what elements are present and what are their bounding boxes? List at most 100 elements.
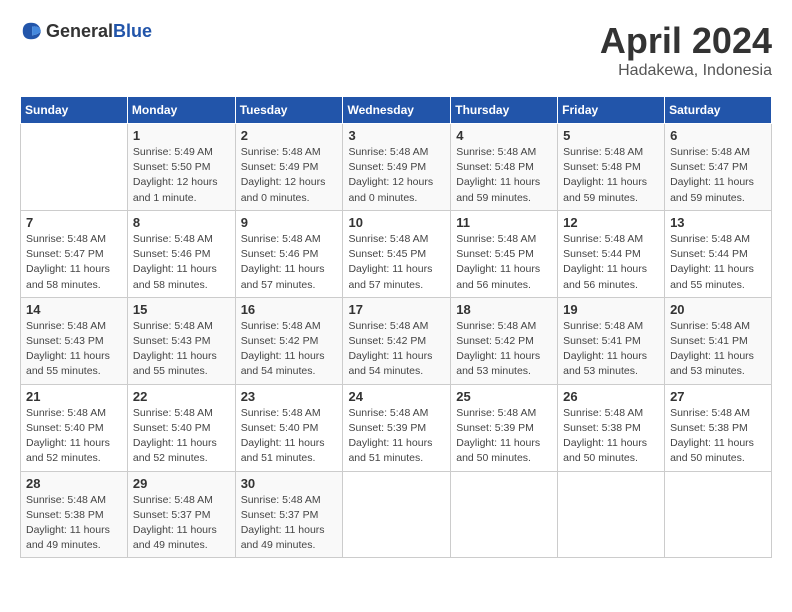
day-info: Sunrise: 5:48 AM Sunset: 5:43 PM Dayligh… (26, 319, 122, 380)
day-info: Sunrise: 5:48 AM Sunset: 5:40 PM Dayligh… (133, 406, 230, 467)
day-number: 23 (241, 389, 338, 404)
day-info: Sunrise: 5:48 AM Sunset: 5:48 PM Dayligh… (563, 145, 659, 206)
day-number: 11 (456, 215, 552, 230)
calendar-week-row: 7Sunrise: 5:48 AM Sunset: 5:47 PM Daylig… (21, 210, 772, 297)
calendar-cell: 17Sunrise: 5:48 AM Sunset: 5:42 PM Dayli… (343, 297, 451, 384)
day-number: 19 (563, 302, 659, 317)
day-number: 6 (670, 128, 766, 143)
calendar-cell (451, 471, 558, 558)
calendar-cell: 13 Sunrise: 5:48 AM Sunset: 5:44 PM Dayli… (665, 210, 772, 297)
calendar-cell: 11 Sunrise: 5:48 AM Sunset: 5:45 PM Dayli… (451, 210, 558, 297)
calendar-cell: 9 Sunrise: 5:48 AM Sunset: 5:46 PM Daylig… (235, 210, 343, 297)
day-number: 15 (133, 302, 230, 317)
day-info: Sunrise: 5:48 AM Sunset: 5:49 PM Dayligh… (348, 145, 445, 206)
calendar-cell: 3 Sunrise: 5:48 AM Sunset: 5:49 PM Daylig… (343, 124, 451, 211)
day-info: Sunrise: 5:48 AM Sunset: 5:37 PM Dayligh… (241, 493, 338, 554)
calendar-cell: 18 Sunrise: 5:48 AM Sunset: 5:42 PM Dayli… (451, 297, 558, 384)
weekday-header: Friday (558, 97, 665, 124)
calendar-cell (665, 471, 772, 558)
day-number: 7 (26, 215, 122, 230)
calendar-cell: 30 Sunrise: 5:48 AM Sunset: 5:37 PM Dayli… (235, 471, 343, 558)
calendar-cell: 27 Sunrise: 5:48 AM Sunset: 5:38 PM Dayli… (665, 384, 772, 471)
calendar-cell: 7Sunrise: 5:48 AM Sunset: 5:47 PM Daylig… (21, 210, 128, 297)
day-number: 30 (241, 476, 338, 491)
day-number: 20 (670, 302, 766, 317)
calendar-cell: 2 Sunrise: 5:48 AM Sunset: 5:49 PM Daylig… (235, 124, 343, 211)
day-info: Sunrise: 5:48 AM Sunset: 5:49 PM Dayligh… (241, 145, 338, 206)
calendar-cell: 16 Sunrise: 5:48 AM Sunset: 5:42 PM Dayli… (235, 297, 343, 384)
logo-icon (20, 20, 42, 42)
day-number: 1 (133, 128, 230, 143)
day-info: Sunrise: 5:48 AM Sunset: 5:47 PM Dayligh… (670, 145, 766, 206)
day-number: 21 (26, 389, 122, 404)
day-info: Sunrise: 5:48 AM Sunset: 5:48 PM Dayligh… (456, 145, 552, 206)
logo: GeneralBlue (20, 20, 152, 42)
day-number: 8 (133, 215, 230, 230)
calendar-cell: 23 Sunrise: 5:48 AM Sunset: 5:40 PM Dayli… (235, 384, 343, 471)
calendar-cell: 8 Sunrise: 5:48 AM Sunset: 5:46 PM Daylig… (127, 210, 235, 297)
day-number: 18 (456, 302, 552, 317)
weekday-header: Thursday (451, 97, 558, 124)
calendar-week-row: 28Sunrise: 5:48 AM Sunset: 5:38 PM Dayli… (21, 471, 772, 558)
day-info: Sunrise: 5:48 AM Sunset: 5:39 PM Dayligh… (348, 406, 445, 467)
title-area: April 2024 Hadakewa, Indonesia (600, 20, 772, 80)
calendar-cell (21, 124, 128, 211)
day-info: Sunrise: 5:48 AM Sunset: 5:40 PM Dayligh… (241, 406, 338, 467)
calendar-cell: 4 Sunrise: 5:48 AM Sunset: 5:48 PM Daylig… (451, 124, 558, 211)
day-number: 3 (348, 128, 445, 143)
weekday-header: Saturday (665, 97, 772, 124)
day-number: 9 (241, 215, 338, 230)
calendar-cell: 28Sunrise: 5:48 AM Sunset: 5:38 PM Dayli… (21, 471, 128, 558)
day-number: 25 (456, 389, 552, 404)
calendar-cell: 14 Sunrise: 5:48 AM Sunset: 5:43 PM Dayli… (21, 297, 128, 384)
location-title: Hadakewa, Indonesia (600, 62, 772, 80)
logo-general-text: General (46, 21, 113, 41)
day-info: Sunrise: 5:48 AM Sunset: 5:38 PM Dayligh… (563, 406, 659, 467)
day-info: Sunrise: 5:48 AM Sunset: 5:45 PM Dayligh… (456, 232, 552, 293)
calendar-week-row: 14 Sunrise: 5:48 AM Sunset: 5:43 PM Dayli… (21, 297, 772, 384)
calendar-week-row: 1Sunrise: 5:49 AM Sunset: 5:50 PM Daylig… (21, 124, 772, 211)
day-info: Sunrise: 5:48 AM Sunset: 5:43 PM Dayligh… (133, 319, 230, 380)
day-number: 4 (456, 128, 552, 143)
day-info: Sunrise: 5:48 AM Sunset: 5:40 PM Dayligh… (26, 406, 122, 467)
day-info: Sunrise: 5:48 AM Sunset: 5:41 PM Dayligh… (670, 319, 766, 380)
weekday-header: Wednesday (343, 97, 451, 124)
calendar-cell: 20 Sunrise: 5:48 AM Sunset: 5:41 PM Dayli… (665, 297, 772, 384)
day-number: 16 (241, 302, 338, 317)
calendar-table: SundayMondayTuesdayWednesdayThursdayFrid… (20, 96, 772, 558)
day-number: 12 (563, 215, 659, 230)
calendar-cell: 29Sunrise: 5:48 AM Sunset: 5:37 PM Dayli… (127, 471, 235, 558)
calendar-cell: 25 Sunrise: 5:48 AM Sunset: 5:39 PM Dayli… (451, 384, 558, 471)
calendar-week-row: 21 Sunrise: 5:48 AM Sunset: 5:40 PM Dayli… (21, 384, 772, 471)
calendar-cell: 6 Sunrise: 5:48 AM Sunset: 5:47 PM Daylig… (665, 124, 772, 211)
day-info: Sunrise: 5:48 AM Sunset: 5:46 PM Dayligh… (133, 232, 230, 293)
day-info: Sunrise: 5:48 AM Sunset: 5:42 PM Dayligh… (348, 319, 445, 380)
calendar-cell: 21 Sunrise: 5:48 AM Sunset: 5:40 PM Dayli… (21, 384, 128, 471)
calendar-cell: 24Sunrise: 5:48 AM Sunset: 5:39 PM Dayli… (343, 384, 451, 471)
day-number: 22 (133, 389, 230, 404)
day-info: Sunrise: 5:48 AM Sunset: 5:45 PM Dayligh… (348, 232, 445, 293)
logo-blue-text: Blue (113, 21, 152, 41)
calendar-cell (343, 471, 451, 558)
day-info: Sunrise: 5:48 AM Sunset: 5:39 PM Dayligh… (456, 406, 552, 467)
calendar-cell: 5Sunrise: 5:48 AM Sunset: 5:48 PM Daylig… (558, 124, 665, 211)
day-number: 26 (563, 389, 659, 404)
calendar-cell: 26 Sunrise: 5:48 AM Sunset: 5:38 PM Dayli… (558, 384, 665, 471)
day-number: 27 (670, 389, 766, 404)
page-header: GeneralBlue April 2024 Hadakewa, Indones… (20, 20, 772, 80)
day-number: 13 (670, 215, 766, 230)
day-number: 2 (241, 128, 338, 143)
day-info: Sunrise: 5:48 AM Sunset: 5:41 PM Dayligh… (563, 319, 659, 380)
day-info: Sunrise: 5:48 AM Sunset: 5:44 PM Dayligh… (563, 232, 659, 293)
day-number: 14 (26, 302, 122, 317)
calendar-cell: 15 Sunrise: 5:48 AM Sunset: 5:43 PM Dayli… (127, 297, 235, 384)
day-info: Sunrise: 5:48 AM Sunset: 5:44 PM Dayligh… (670, 232, 766, 293)
day-info: Sunrise: 5:48 AM Sunset: 5:42 PM Dayligh… (456, 319, 552, 380)
day-info: Sunrise: 5:48 AM Sunset: 5:42 PM Dayligh… (241, 319, 338, 380)
day-info: Sunrise: 5:48 AM Sunset: 5:46 PM Dayligh… (241, 232, 338, 293)
day-info: Sunrise: 5:48 AM Sunset: 5:38 PM Dayligh… (670, 406, 766, 467)
calendar-cell (558, 471, 665, 558)
weekday-header-row: SundayMondayTuesdayWednesdayThursdayFrid… (21, 97, 772, 124)
calendar-cell: 10Sunrise: 5:48 AM Sunset: 5:45 PM Dayli… (343, 210, 451, 297)
calendar-cell: 1Sunrise: 5:49 AM Sunset: 5:50 PM Daylig… (127, 124, 235, 211)
